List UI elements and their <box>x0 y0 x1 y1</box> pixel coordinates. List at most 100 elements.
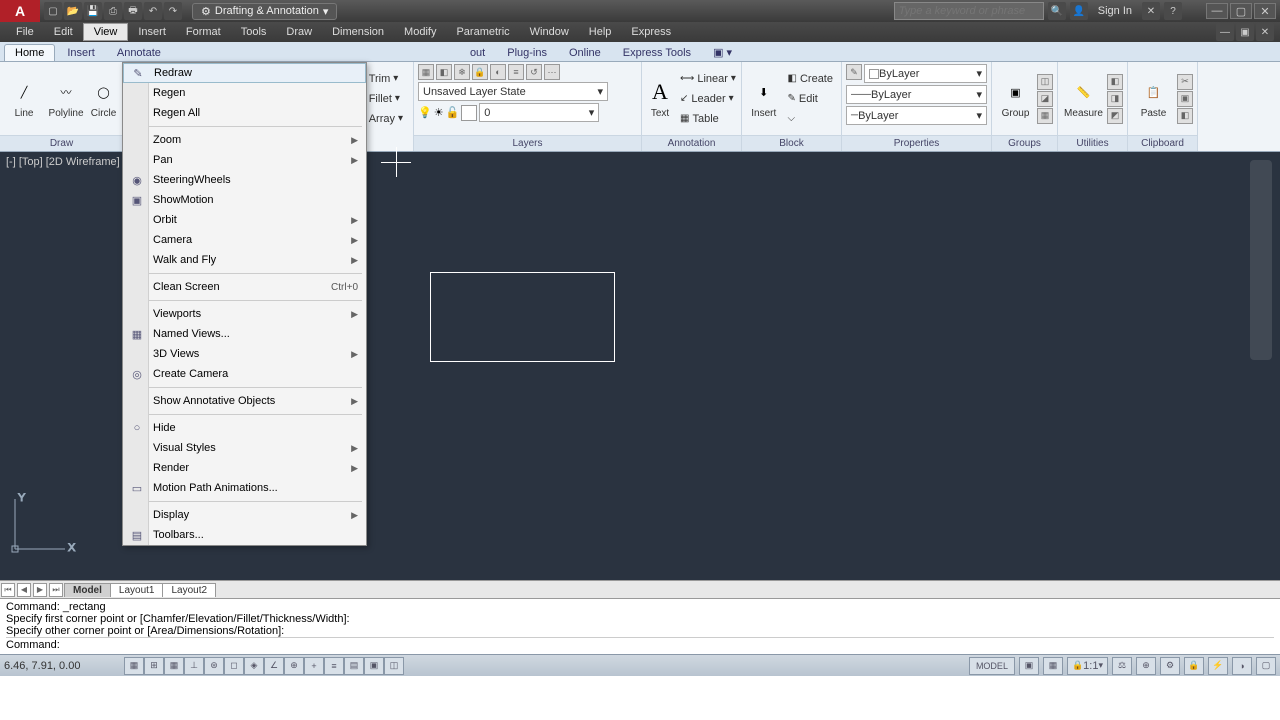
layer-color-icon[interactable] <box>461 105 477 121</box>
doc-restore-button[interactable]: ▣ <box>1236 23 1254 41</box>
menu-item-visual-styles[interactable]: Visual Styles▶ <box>123 438 366 458</box>
tab-last-button[interactable]: ⏭ <box>49 583 63 597</box>
array-button[interactable]: Array ▾ <box>365 109 407 128</box>
menu-file[interactable]: File <box>6 24 44 40</box>
menu-item-display[interactable]: Display▶ <box>123 505 366 525</box>
menu-parametric[interactable]: Parametric <box>446 24 519 40</box>
menu-item-motion-path-animations-[interactable]: ▭Motion Path Animations... <box>123 478 366 498</box>
fillet-button[interactable]: Fillet ▾ <box>365 89 407 108</box>
open-icon[interactable]: 📂 <box>64 2 82 20</box>
polyline-button[interactable]: 〰Polyline <box>46 70 86 128</box>
doc-minimize-button[interactable]: — <box>1216 23 1234 41</box>
layer-state-combo[interactable]: Unsaved Layer State▾ <box>418 82 608 101</box>
trim-button[interactable]: Trim ▾ <box>365 69 407 88</box>
workspace-switch-icon[interactable]: ⚙ <box>1160 657 1180 675</box>
layer-match-icon[interactable]: ≡ <box>508 64 524 80</box>
quickview-layouts-icon[interactable]: ▣ <box>1019 657 1039 675</box>
insert-block-button[interactable]: ⬇Insert <box>746 70 782 128</box>
tab-first-button[interactable]: ⏮ <box>1 583 15 597</box>
clean-screen-icon[interactable]: ▢ <box>1256 657 1276 675</box>
3dosnap-button[interactable]: ◈ <box>244 657 264 675</box>
linetype-combo[interactable]: ─ ByLayer▾ <box>846 106 987 125</box>
sc-button[interactable]: ◫ <box>384 657 404 675</box>
util3-icon[interactable]: ◩ <box>1107 108 1123 124</box>
group-edit-icon[interactable]: ◪ <box>1037 91 1053 107</box>
drawn-rectangle[interactable] <box>430 272 615 362</box>
group-bbox-icon[interactable]: ▦ <box>1037 108 1053 124</box>
panel-title-properties[interactable]: Properties <box>842 135 991 151</box>
layer-prev-icon[interactable]: ↺ <box>526 64 542 80</box>
measure-button[interactable]: 📏Measure <box>1062 70 1105 128</box>
user-icon[interactable]: 👤 <box>1070 2 1088 20</box>
polar-button[interactable]: ⊛ <box>204 657 224 675</box>
navigation-bar[interactable] <box>1250 160 1272 360</box>
anno-auto-icon[interactable]: ⊕ <box>1136 657 1156 675</box>
menu-item-pan[interactable]: Pan▶ <box>123 150 366 170</box>
quickview-drawings-icon[interactable]: ▦ <box>1043 657 1063 675</box>
circle-button[interactable]: ◯Circle <box>88 70 119 128</box>
maximize-button[interactable]: ▢ <box>1230 3 1252 19</box>
redo-icon[interactable]: ↷ <box>164 2 182 20</box>
search-go-icon[interactable]: 🔍 <box>1048 2 1066 20</box>
hardware-accel-icon[interactable]: ⚡ <box>1208 657 1228 675</box>
tab-output[interactable]: out <box>460 45 495 61</box>
line-button[interactable]: ╱Line <box>4 70 44 128</box>
leader-button[interactable]: ↙ Leader ▾ <box>676 89 740 108</box>
lineweight-combo[interactable]: —— ByLayer▾ <box>846 85 987 104</box>
menu-item-walk-and-fly[interactable]: Walk and Fly▶ <box>123 250 366 270</box>
menu-item-render[interactable]: Render▶ <box>123 458 366 478</box>
menu-item-3d-views[interactable]: 3D Views▶ <box>123 344 366 364</box>
menu-tools[interactable]: Tools <box>231 24 277 40</box>
menu-insert[interactable]: Insert <box>128 24 176 40</box>
layer-iso-icon[interactable]: ◧ <box>436 64 452 80</box>
cmd-prompt[interactable]: Command: <box>6 637 1274 651</box>
menu-item-hide[interactable]: ○Hide <box>123 418 366 438</box>
panel-title-draw[interactable]: Draw <box>0 135 123 151</box>
layer-freeze-icon[interactable]: ❄ <box>454 64 470 80</box>
menu-format[interactable]: Format <box>176 24 231 40</box>
tab-prev-button[interactable]: ◀ <box>17 583 31 597</box>
util2-icon[interactable]: ◨ <box>1107 91 1123 107</box>
coordinates[interactable]: 6.46, 7.91, 0.00 <box>0 660 120 672</box>
tab-plugins[interactable]: Plug-ins <box>497 45 557 61</box>
layer-more-icon[interactable]: ⋯ <box>544 64 560 80</box>
osnap-button[interactable]: ◻ <box>224 657 244 675</box>
otrack-button[interactable]: ∠ <box>264 657 284 675</box>
save-icon[interactable]: 💾 <box>84 2 102 20</box>
cut-icon[interactable]: ✂ <box>1177 74 1193 90</box>
menu-item-regen[interactable]: Regen <box>123 83 366 103</box>
util1-icon[interactable]: ◧ <box>1107 74 1123 90</box>
search-input[interactable] <box>894 2 1044 20</box>
undo-icon[interactable]: ↶ <box>144 2 162 20</box>
menu-modify[interactable]: Modify <box>394 24 446 40</box>
ungroup-icon[interactable]: ◫ <box>1037 74 1053 90</box>
command-window[interactable]: Command: _rectang Specify first corner p… <box>0 598 1280 654</box>
panel-title-clipboard[interactable]: Clipboard <box>1128 135 1197 151</box>
menu-draw[interactable]: Draw <box>276 24 322 40</box>
menu-item-regen-all[interactable]: Regen All <box>123 103 366 123</box>
text-button[interactable]: AText <box>646 70 674 128</box>
menu-view[interactable]: View <box>83 23 129 41</box>
tab-layout2[interactable]: Layout2 <box>162 583 216 597</box>
workspace-selector[interactable]: ⚙ Drafting & Annotation ▾ <box>192 3 337 20</box>
panel-title-groups[interactable]: Groups <box>992 135 1057 151</box>
menu-item-showmotion[interactable]: ▣ShowMotion <box>123 190 366 210</box>
paste-button[interactable]: 📋Paste <box>1132 70 1175 128</box>
menu-item-create-camera[interactable]: ◎Create Camera <box>123 364 366 384</box>
app-icon[interactable]: A <box>0 0 40 22</box>
menu-item-toolbars-[interactable]: ▤Toolbars... <box>123 525 366 545</box>
ducs-button[interactable]: ⊕ <box>284 657 304 675</box>
close-button[interactable]: ✕ <box>1254 3 1276 19</box>
matchprop-icon[interactable]: ◧ <box>1177 108 1193 124</box>
group-button[interactable]: ▣Group <box>996 70 1035 128</box>
menu-item-clean-screen[interactable]: Clean ScreenCtrl+0 <box>123 277 366 297</box>
layer-off-icon[interactable]: ◐ <box>490 64 506 80</box>
create-block-button[interactable]: ◧ Create <box>784 69 837 88</box>
tab-annotate[interactable]: Annotate <box>107 45 171 61</box>
menu-item-zoom[interactable]: Zoom▶ <box>123 130 366 150</box>
panel-title-utilities[interactable]: Utilities <box>1058 135 1127 151</box>
tab-express[interactable]: Express Tools <box>613 45 701 61</box>
menu-help[interactable]: Help <box>579 24 622 40</box>
menu-window[interactable]: Window <box>520 24 579 40</box>
layer-combo[interactable]: 0▾ <box>479 103 599 122</box>
